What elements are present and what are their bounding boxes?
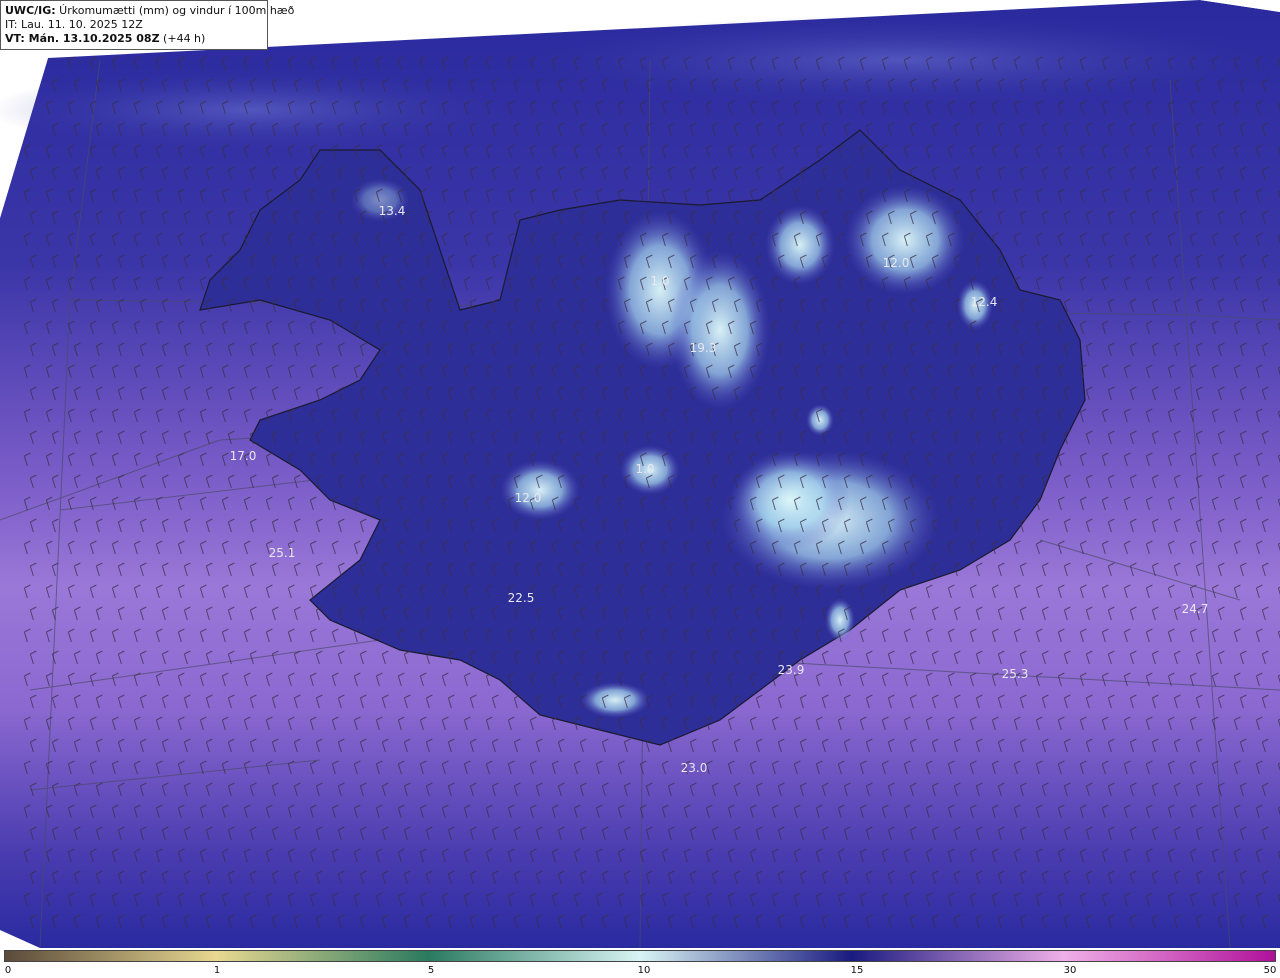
north-precip-band xyxy=(0,70,510,150)
valid-line: VT: Mán. 13.10.2025 08Z (+44 h) xyxy=(5,32,263,46)
map-value-label: 25.3 xyxy=(1001,667,1029,681)
colorbar-tick-label: 0 xyxy=(4,965,12,976)
map-value-label: 24.7 xyxy=(1181,602,1209,616)
map-value-label: 22.5 xyxy=(507,591,535,605)
lead-time: (+44 h) xyxy=(159,32,206,45)
map-value-label: 17.0 xyxy=(229,449,257,463)
map-value-label: 1.0 xyxy=(650,274,670,288)
map-value-label: 12.0 xyxy=(514,491,542,505)
map-title: Úrkomumætti (mm) og vindur í 100m hæð xyxy=(55,4,295,17)
map-value-label: 12.4 xyxy=(970,295,998,309)
colorbar-scale xyxy=(4,950,1276,962)
map-value-label: 13.4 xyxy=(378,204,406,218)
map-area: UWC/IG: Úrkomumætti (mm) og vindur í 100… xyxy=(0,0,1280,948)
colorbar: 0 1 5 10 15 30 50 xyxy=(0,948,1280,978)
colorbar-tick-label: 30 xyxy=(1063,965,1077,976)
colorbar-tick-label: 1 xyxy=(213,965,221,976)
model-source: UWC/IG: xyxy=(5,4,56,17)
info-box: UWC/IG: Úrkomumætti (mm) og vindur í 100… xyxy=(0,0,294,50)
issue-time: IT: Lau. 11. 10. 2025 12Z xyxy=(5,18,143,31)
north-precip-band xyxy=(520,15,1280,105)
map-value-label: 23.9 xyxy=(777,663,805,677)
map-value-label: 12.0 xyxy=(882,256,910,270)
map-value-label: 19.3 xyxy=(689,341,717,355)
map-value-label: 23.0 xyxy=(680,761,708,775)
colorbar-tick-label: 5 xyxy=(427,965,435,976)
valid-time: VT: Mán. 13.10.2025 08Z xyxy=(5,32,160,45)
title-line: UWC/IG: Úrkomumætti (mm) og vindur í 100… xyxy=(5,4,294,18)
map-value-label: 25.1 xyxy=(268,546,296,560)
colorbar-tick-label: 15 xyxy=(850,965,864,976)
colorbar-tick-label: 10 xyxy=(637,965,651,976)
colorbar-tick-label: 50 xyxy=(1263,965,1277,976)
map-value-label: 1.0 xyxy=(635,462,655,476)
